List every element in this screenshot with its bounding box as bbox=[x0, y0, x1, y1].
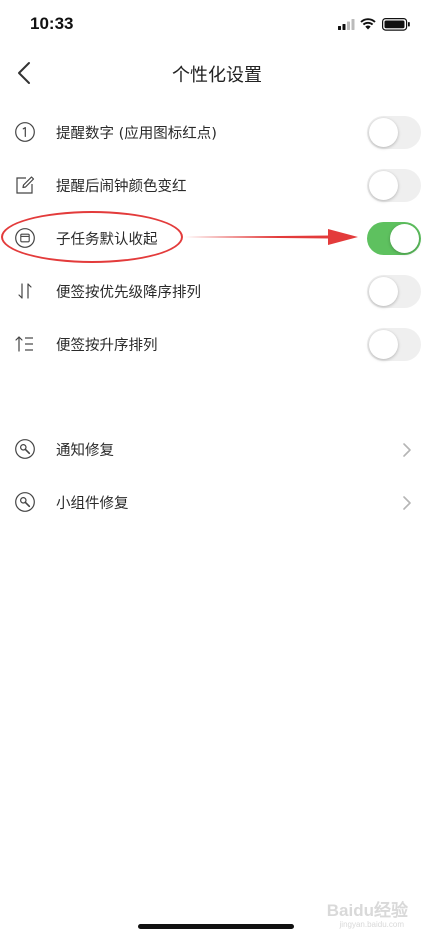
edit-pencil-icon bbox=[16, 176, 35, 194]
wrench-icon bbox=[15, 492, 35, 512]
toggle-knob bbox=[369, 330, 398, 359]
collapse-window-icon bbox=[15, 228, 35, 248]
setting-row-badge-number: 提醒数字 (应用图标红点) bbox=[0, 106, 434, 159]
sort-arrows-icon bbox=[18, 283, 32, 299]
badge-number-toggle[interactable] bbox=[367, 116, 421, 149]
number-one-circle-icon bbox=[15, 122, 35, 142]
setting-row-alarm-red: 提醒后闹钟颜色变红 bbox=[0, 159, 434, 212]
subtask-collapse-toggle[interactable] bbox=[367, 222, 421, 255]
sort-priority-toggle[interactable] bbox=[367, 275, 421, 308]
setting-row-sort-ascending: 便签按升序排列 bbox=[0, 318, 434, 371]
battery-icon bbox=[382, 18, 410, 31]
status-icons bbox=[338, 18, 410, 31]
chevron-right-icon bbox=[403, 443, 411, 457]
settings-list: 提醒数字 (应用图标红点) 提醒后闹钟颜色变红 子任务默认收起 便签按优先级降序… bbox=[0, 106, 434, 529]
setting-label: 便签按升序排列 bbox=[56, 338, 158, 354]
repair-row-widget[interactable]: 小组件修复 bbox=[0, 476, 434, 529]
status-time: 10:33 bbox=[30, 14, 74, 33]
alarm-red-toggle[interactable] bbox=[367, 169, 421, 202]
status-bar: 10:33 bbox=[0, 0, 434, 50]
toggle-knob bbox=[369, 118, 398, 147]
wifi-icon bbox=[360, 18, 376, 30]
home-indicator bbox=[138, 924, 294, 929]
page-title: 个性化设置 bbox=[172, 65, 262, 86]
nav-bar: 个性化设置 bbox=[0, 50, 434, 96]
chevron-right-icon bbox=[403, 496, 411, 510]
toggle-knob bbox=[369, 171, 398, 200]
setting-label: 便签按优先级降序排列 bbox=[56, 285, 201, 301]
repair-row-notification[interactable]: 通知修复 bbox=[0, 423, 434, 476]
setting-row-sort-priority: 便签按优先级降序排列 bbox=[0, 265, 434, 318]
signal-icon bbox=[338, 19, 355, 30]
toggle-knob bbox=[390, 224, 419, 253]
setting-label: 提醒数字 (应用图标红点) bbox=[56, 126, 217, 142]
sort-ascending-icon bbox=[15, 336, 33, 352]
wrench-icon bbox=[15, 439, 35, 459]
baidu-watermark-url: jingyan.baidu.com bbox=[339, 920, 404, 929]
repair-label: 通知修复 bbox=[56, 443, 114, 459]
sort-ascending-toggle[interactable] bbox=[367, 328, 421, 361]
toggle-knob bbox=[369, 277, 398, 306]
repair-label: 小组件修复 bbox=[56, 496, 129, 512]
setting-label: 子任务默认收起 bbox=[56, 232, 158, 248]
setting-row-subtask-collapse: 子任务默认收起 bbox=[0, 212, 434, 265]
setting-label: 提醒后闹钟颜色变红 bbox=[56, 179, 187, 195]
baidu-watermark: Baidu经验 bbox=[326, 901, 408, 920]
